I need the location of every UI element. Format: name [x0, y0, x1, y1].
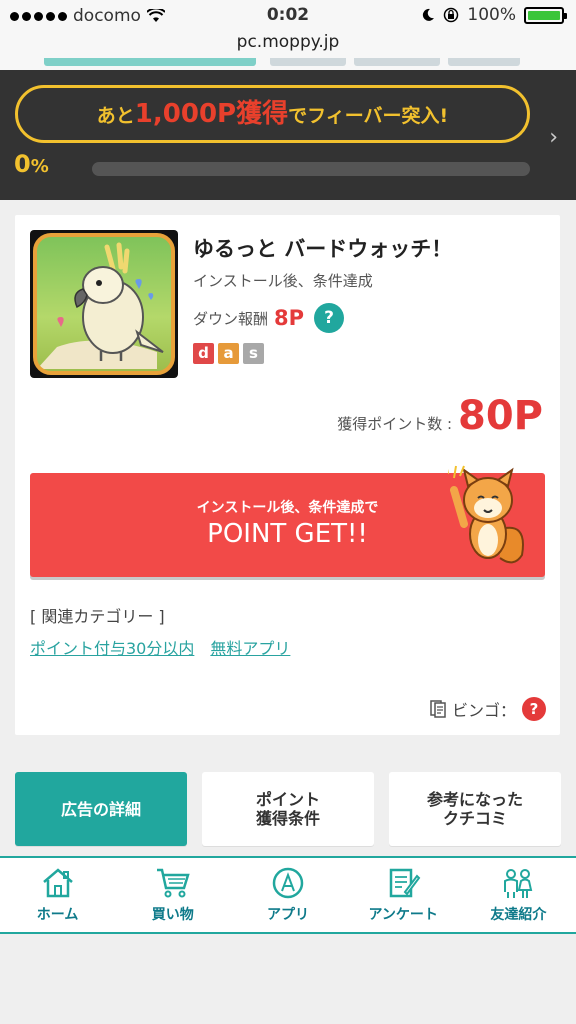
- tab-reviews-label: 参考になった クチコミ: [426, 790, 523, 828]
- battery-icon: [524, 6, 567, 24]
- offer-subtitle: インストール後、条件達成: [193, 272, 373, 290]
- nav-invite-friends[interactable]: 友達紹介: [461, 858, 576, 932]
- offer-title[interactable]: ゆるっと バードウォッチ！: [193, 233, 452, 263]
- bingo-row: ビンゴ： ?: [430, 697, 546, 721]
- nav-apps[interactable]: アプリ: [230, 858, 345, 932]
- bottom-navigation: ホーム 買い物 アプリ アンケート 友達紹介: [0, 856, 576, 934]
- download-reward-label: ダウン報酬: [193, 309, 269, 328]
- chevron-right-icon[interactable]: ›: [549, 125, 558, 150]
- download-help-icon[interactable]: ?: [314, 303, 345, 333]
- nav-apps-label: アプリ: [267, 907, 309, 923]
- related-categories: ポイント付与30分以内 無料アプリ: [30, 635, 290, 659]
- detail-tabs: 広告の詳細 ポイント 獲得条件 参考になった クチコミ: [15, 772, 561, 846]
- related-link-free-app[interactable]: 無料アプリ: [210, 635, 290, 659]
- battery-percent: 100%: [467, 5, 516, 25]
- cockatoo-illustration-icon: [37, 242, 164, 369]
- bingo-help-icon[interactable]: ?: [522, 697, 546, 721]
- device-badges: d a s: [193, 343, 264, 364]
- nav-home-label: ホーム: [36, 907, 79, 923]
- related-categories-title: [ 関連カテゴリー ]: [30, 607, 165, 626]
- tab-ad-details-label: 広告の詳細: [60, 799, 141, 819]
- nav-survey[interactable]: アンケート: [346, 858, 461, 932]
- rotation-lock-icon: [444, 7, 459, 23]
- related-link-30min[interactable]: ポイント付与30分以内: [30, 635, 194, 659]
- fever-progress-bar: [92, 162, 530, 176]
- nav-shopping-label: 買い物: [151, 907, 194, 923]
- bingo-label: ビンゴ：: [451, 701, 516, 720]
- badge-au: a: [218, 343, 239, 364]
- status-bar: docomo 0:02 100%: [0, 0, 576, 32]
- nav-invite-friends-label: 友達紹介: [490, 907, 547, 923]
- download-reward-points: 8P: [274, 306, 305, 330]
- fever-prefix: あと: [96, 105, 135, 127]
- fever-amount: 1,000P獲得: [134, 99, 289, 129]
- nav-home[interactable]: ホーム: [0, 858, 115, 932]
- tab-point-conditions-label: ポイント 獲得条件: [255, 790, 320, 828]
- tab-reviews[interactable]: 参考になった クチコミ: [389, 772, 561, 846]
- fever-percent: 0%: [14, 150, 49, 178]
- survey-icon: [389, 868, 421, 898]
- fever-message: あと1,000P獲得でフィーバー突入!: [15, 85, 530, 143]
- nav-survey-label: アンケート: [368, 907, 438, 923]
- page-top-strip: [0, 58, 576, 70]
- earned-points-label: 獲得ポイント数 :: [337, 415, 453, 433]
- home-icon: [42, 868, 73, 898]
- cart-icon: [156, 868, 190, 898]
- tab-ad-details[interactable]: 広告の詳細: [15, 772, 187, 846]
- squirrel-mascot-icon: [448, 465, 524, 564]
- moon-icon: [423, 8, 435, 21]
- fever-suffix: でフィーバー突入!: [288, 105, 449, 127]
- address-bar[interactable]: pc.moppy.jp: [0, 32, 576, 58]
- tab-point-conditions[interactable]: ポイント 獲得条件: [202, 772, 374, 846]
- app-icon: [272, 867, 304, 899]
- app-thumbnail: [30, 230, 178, 378]
- offer-card: ゆるっと バードウォッチ！ インストール後、条件達成 ダウン報酬 8P ? d …: [15, 215, 560, 735]
- badge-softbank: s: [243, 343, 264, 364]
- badge-docomo: d: [193, 343, 214, 364]
- earned-points-value: 80P: [458, 393, 543, 439]
- bingo-card-icon: [430, 700, 446, 718]
- friends-icon: [504, 869, 533, 898]
- nav-shopping[interactable]: 買い物: [115, 858, 230, 932]
- fever-banner[interactable]: あと1,000P獲得でフィーバー突入! › 0%: [0, 70, 576, 200]
- earned-points: 獲得ポイント数 : 80P: [337, 393, 543, 439]
- download-reward: ダウン報酬 8P ?: [193, 303, 345, 333]
